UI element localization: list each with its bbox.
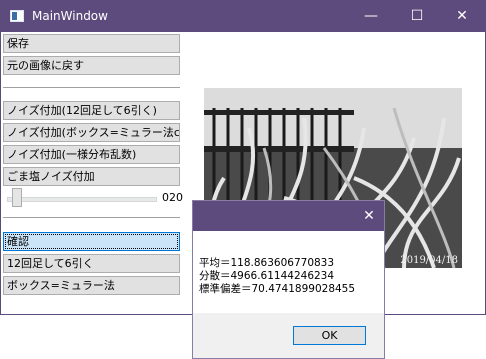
separator bbox=[3, 217, 180, 218]
confirm-button[interactable]: 確認 bbox=[3, 232, 180, 251]
message-dialog: ✕ 平均＝118.863606770833 分散＝4966.6114424623… bbox=[192, 200, 385, 359]
stddev-text: 標準偏差＝70.4741899028455 bbox=[199, 283, 356, 295]
maximize-button[interactable]: ☐ bbox=[394, 1, 440, 32]
save-button[interactable]: 保存 bbox=[3, 34, 180, 53]
salt-pepper-noise-button[interactable]: ごま塩ノイズ付加 bbox=[3, 167, 180, 186]
dialog-close-button[interactable]: ✕ bbox=[354, 201, 384, 231]
noise-add-uniform-button[interactable]: ノイズ付加(一様分布乱数) bbox=[3, 145, 180, 164]
ok-button[interactable]: OK bbox=[293, 326, 366, 345]
box-muller-button[interactable]: ボックス=ミュラー法 bbox=[3, 276, 180, 295]
title-bar[interactable]: MainWindow — ☐ ✕ bbox=[1, 1, 485, 32]
separator bbox=[3, 87, 180, 88]
dialog-title-bar[interactable]: ✕ bbox=[193, 201, 384, 231]
add12-sub6-button[interactable]: 12回足して6引く bbox=[3, 254, 180, 273]
noise-add-12-button[interactable]: ノイズ付加(12回足して6引く) bbox=[3, 101, 180, 120]
minimize-button[interactable]: — bbox=[348, 1, 394, 32]
close-button[interactable]: ✕ bbox=[439, 1, 485, 32]
slider-value: 020 bbox=[162, 191, 183, 204]
window-title: MainWindow bbox=[32, 9, 108, 23]
noise-slider-track[interactable] bbox=[7, 197, 157, 202]
restore-original-button[interactable]: 元の画像に戻す bbox=[3, 56, 180, 75]
noise-slider-thumb[interactable] bbox=[12, 188, 22, 207]
dialog-message-area: 平均＝118.863606770833 分散＝4966.61144246234 … bbox=[193, 231, 384, 313]
date-stamp: 2019/04/18 bbox=[400, 255, 458, 266]
app-window-icon bbox=[10, 10, 24, 22]
noise-add-box-muller-button[interactable]: ノイズ付加(ボックス=ミュラー法cos) bbox=[3, 123, 180, 142]
